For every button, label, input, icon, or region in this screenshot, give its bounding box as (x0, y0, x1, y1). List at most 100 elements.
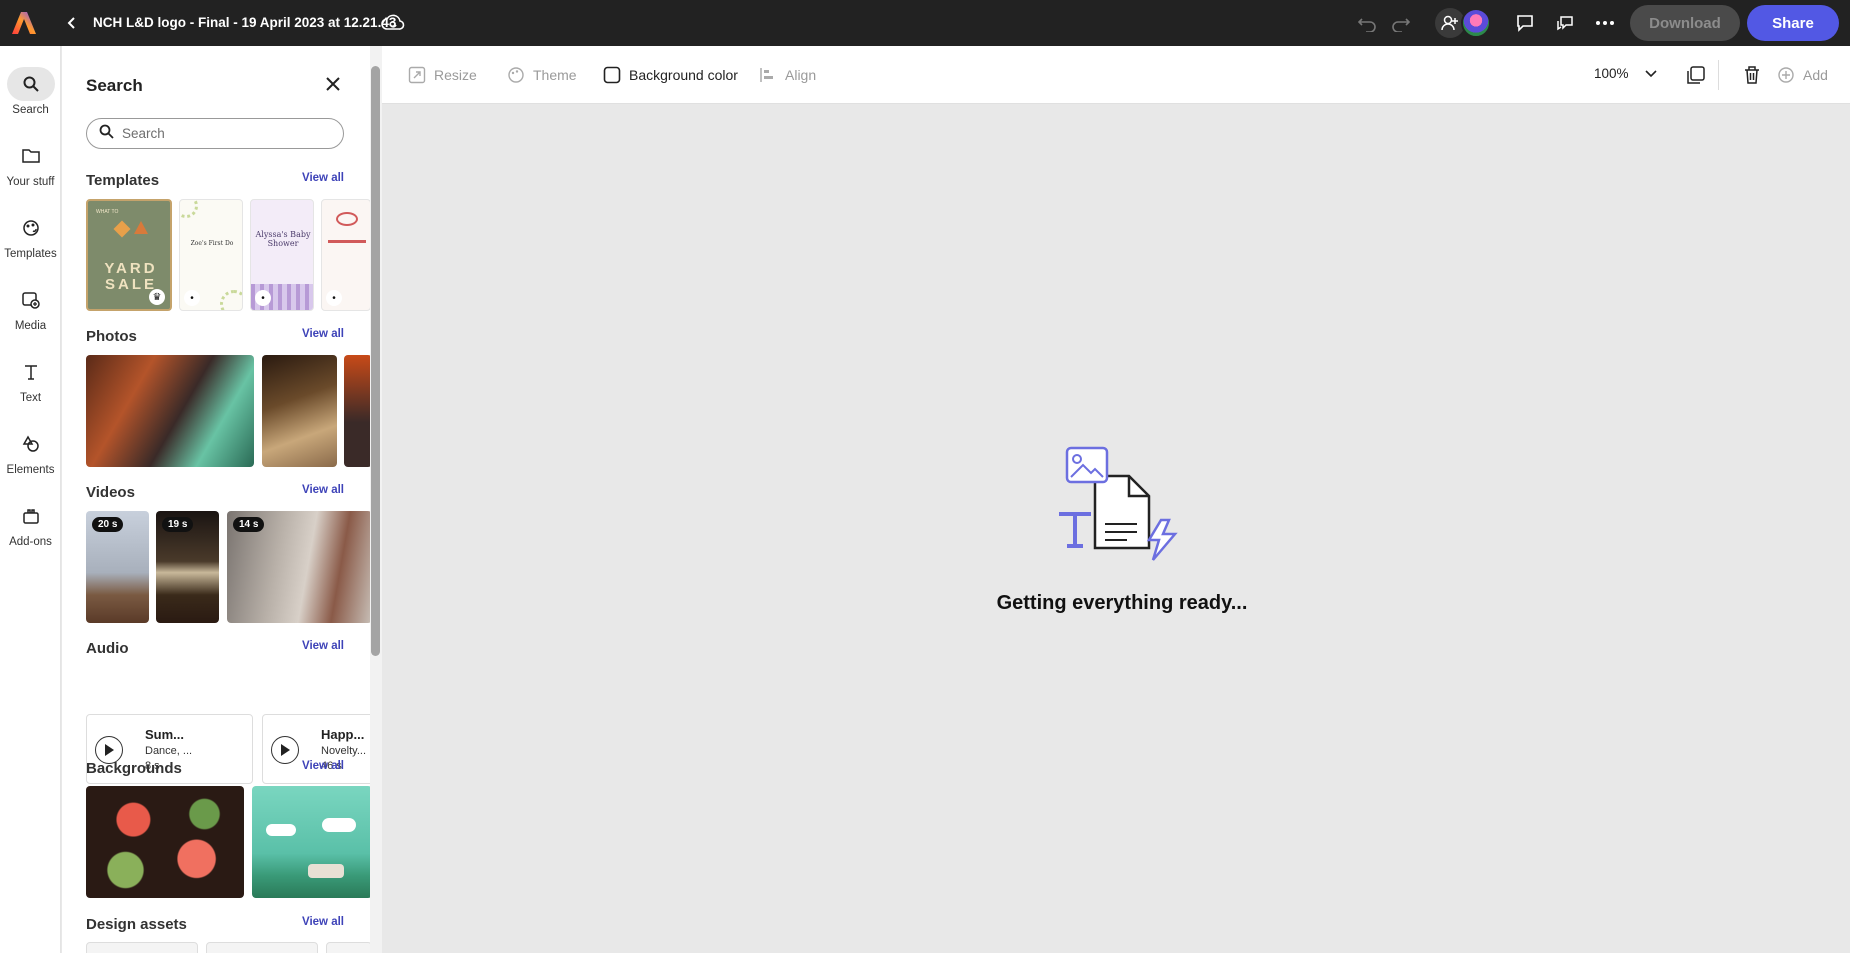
video-thumbnail[interactable]: 19 s (156, 511, 219, 623)
loading-illustration (1057, 444, 1187, 574)
background-color-button[interactable]: Background color (603, 66, 738, 84)
template-card[interactable]: WHAT TO YARD SALE ♛ (86, 199, 172, 311)
zoom-level: 100% (1594, 66, 1629, 81)
audio-card[interactable]: Happ... Novelty... 46 s (262, 714, 382, 784)
search-field[interactable] (86, 118, 344, 149)
download-button[interactable]: Download (1630, 5, 1740, 41)
section-title-backgrounds: Backgrounds (86, 760, 182, 777)
share-link-icon[interactable] (1553, 11, 1577, 35)
photo-thumbnail[interactable] (86, 355, 254, 467)
photo-thumbnail[interactable] (262, 355, 337, 467)
rail-label: Search (12, 104, 49, 116)
audio-title: Happ... (321, 727, 365, 742)
document-title[interactable]: NCH L&D logo - Final - 19 April 2023 at … (93, 15, 396, 30)
template-decoration (134, 221, 148, 234)
template-card[interactable]: • (321, 199, 371, 311)
free-icon: • (255, 290, 271, 306)
template-decoration (336, 212, 358, 226)
rail-item-text[interactable]: Text (0, 355, 61, 404)
add-circle-icon (1777, 66, 1795, 84)
left-rail: Search Your stuff Templates Media Text E… (0, 46, 61, 953)
photo-thumbnail[interactable] (344, 355, 372, 467)
theme-label: Theme (533, 67, 577, 83)
video-thumbnail[interactable]: 14 s (227, 511, 372, 623)
view-all-design-assets-link[interactable]: View all (302, 916, 344, 928)
search-panel: Search Templates View all WHAT TO YARD S… (62, 46, 382, 953)
align-label: Align (785, 67, 817, 83)
panel-title: Search (86, 76, 143, 95)
view-all-photos-link[interactable]: View all (302, 328, 344, 340)
pages-icon[interactable] (1684, 63, 1708, 87)
color-swatch-icon (603, 66, 621, 84)
rail-item-templates[interactable]: Templates (0, 211, 61, 260)
background-thumbnail[interactable] (252, 786, 372, 898)
back-chevron-icon[interactable] (62, 13, 82, 33)
view-all-videos-link[interactable]: View all (302, 484, 344, 496)
text-icon (7, 355, 55, 389)
design-asset-thumbnail[interactable] (326, 942, 372, 953)
view-all-audio-link[interactable]: View all (302, 640, 344, 652)
rail-item-elements[interactable]: Elements (0, 427, 61, 476)
template-card-title: Alyssa's Baby Shower (255, 230, 311, 248)
background-thumbnail[interactable] (86, 786, 244, 898)
resize-button[interactable]: Resize (408, 66, 477, 84)
rail-label: Your stuff (6, 176, 55, 188)
template-card-subtitle: WHAT TO (96, 209, 119, 215)
loading-message: Getting everything ready... (996, 592, 1248, 614)
addons-icon (7, 499, 55, 533)
add-label: Add (1803, 67, 1828, 83)
section-title-videos: Videos (86, 484, 135, 501)
section-title-templates: Templates (86, 172, 160, 189)
audio-genre: Novelty... (321, 745, 367, 757)
rail-label: Templates (4, 248, 57, 260)
search-input[interactable] (122, 126, 322, 141)
template-card[interactable]: Zoe's First Do • (179, 199, 243, 311)
adobe-express-logo[interactable] (11, 10, 37, 36)
comment-icon[interactable] (1513, 11, 1537, 35)
chevron-down-icon (1644, 66, 1657, 81)
background-color-label: Background color (629, 67, 738, 83)
search-icon (99, 124, 114, 144)
video-duration-badge: 20 s (92, 517, 124, 532)
rail-item-search[interactable]: Search (0, 67, 61, 116)
trash-icon[interactable] (1740, 63, 1764, 87)
more-options-icon[interactable] (1593, 11, 1617, 35)
close-icon[interactable] (323, 75, 343, 95)
design-asset-thumbnail[interactable] (206, 942, 318, 953)
rail-item-media[interactable]: Media (0, 283, 61, 332)
audio-title: Sum... (145, 727, 185, 742)
properties-bar: Resize Theme Background color Align 100% (382, 46, 1850, 104)
theme-button[interactable]: Theme (507, 66, 577, 84)
play-icon[interactable] (271, 736, 299, 764)
template-decoration (113, 220, 131, 238)
template-card-title: Zoe's First Do (190, 240, 234, 247)
undo-icon[interactable] (1355, 11, 1379, 35)
add-button[interactable]: Add (1777, 66, 1828, 84)
free-icon: • (326, 290, 342, 306)
podium-shape (308, 864, 344, 878)
section-title-audio: Audio (86, 640, 129, 657)
media-icon (7, 283, 55, 317)
design-asset-thumbnail[interactable] (86, 942, 198, 953)
rail-label: Text (19, 392, 42, 404)
view-all-templates-link[interactable]: View all (302, 172, 344, 184)
align-button[interactable]: Align (759, 66, 816, 84)
templates-icon (7, 211, 55, 245)
template-card[interactable]: Alyssa's Baby Shower • (250, 199, 314, 311)
video-thumbnail[interactable]: 20 s (86, 511, 149, 623)
rail-label: Media (14, 320, 47, 332)
align-icon (759, 66, 777, 84)
rail-item-addons[interactable]: Add-ons (0, 499, 61, 548)
user-avatar[interactable] (1461, 8, 1491, 38)
rail-label: Elements (6, 464, 55, 476)
rail-label: Add-ons (9, 536, 52, 548)
top-bar: NCH L&D logo - Final - 19 April 2023 at … (0, 0, 1850, 46)
view-all-backgrounds-link[interactable]: View all (302, 760, 344, 772)
rail-item-your-stuff[interactable]: Your stuff (0, 139, 61, 188)
cloud-sync-icon[interactable] (381, 12, 405, 34)
redo-icon[interactable] (1389, 11, 1413, 35)
cloud-shape (322, 818, 356, 832)
share-button[interactable]: Share (1747, 5, 1839, 41)
panel-scrollbar-thumb[interactable] (371, 66, 380, 656)
zoom-dropdown[interactable]: 100% (1594, 66, 1657, 81)
